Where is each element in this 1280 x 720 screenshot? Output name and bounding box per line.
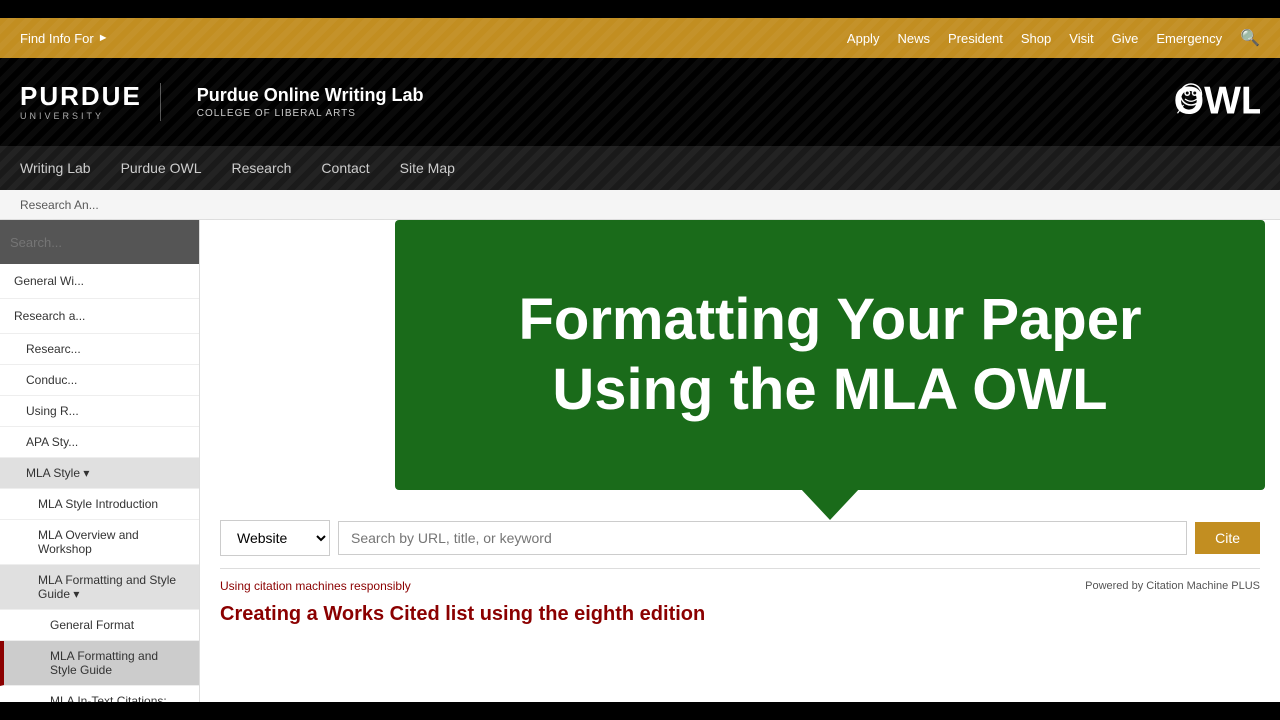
nav-writing-lab[interactable]: Writing Lab [20, 150, 91, 186]
sidebar-general-writing[interactable]: General Wi... [0, 264, 199, 299]
sidebar-search[interactable] [0, 220, 199, 264]
sidebar-general-format[interactable]: General Format [0, 610, 199, 641]
top-bar-links: Apply News President Shop Visit Give Eme… [847, 28, 1260, 48]
news-link[interactable]: News [897, 31, 930, 46]
powered-by-label: Powered by Citation Machine PLUS [1085, 580, 1260, 592]
apply-link[interactable]: Apply [847, 31, 880, 46]
sidebar-mla-formatting-guide-label: MLA Formatting and Style Guide [50, 649, 158, 677]
breadcrumb-bar: Research An... [0, 190, 1280, 220]
owl-title: Purdue Online Writing Lab COLLEGE OF LIB… [197, 85, 424, 119]
top-bar: Find Info For ► Apply News President Sho… [0, 18, 1280, 58]
sidebar-mla-overview-label: MLA Overview and Workshop [38, 528, 139, 556]
owl-title-sub: COLLEGE OF LIBERAL ARTS [197, 108, 424, 119]
works-cited-title: Creating a Works Cited list using the ei… [220, 603, 1260, 626]
nav-contact[interactable]: Contact [321, 150, 369, 186]
president-link[interactable]: President [948, 31, 1003, 46]
citation-machine-label: Citation Machine PLUS [1146, 580, 1260, 592]
breadcrumb: Research An... [20, 198, 99, 212]
nav-bar: Writing Lab Purdue OWL Research Contact … [0, 146, 1280, 190]
nav-site-map[interactable]: Site Map [400, 150, 455, 186]
content-area: General Wi... Research a... Researc... C… [0, 220, 1280, 702]
purdue-logo: PURDUE UNIVERSITY [20, 83, 161, 121]
shop-link[interactable]: Shop [1021, 31, 1051, 46]
sidebar-general-writing-label: General Wi... [14, 274, 84, 288]
citation-area: Website Cite Using citation machines res… [200, 500, 1280, 646]
header: PURDUE UNIVERSITY Purdue Online Writing … [0, 58, 1280, 146]
search-icon[interactable]: 🔍 [1240, 28, 1260, 48]
sidebar-mla-style-label: MLA Style ▾ [26, 466, 89, 480]
sidebar-search-input[interactable] [10, 235, 189, 250]
sidebar-mla-formatting-guide[interactable]: MLA Formatting and Style Guide [0, 641, 199, 686]
sidebar-researching-label: Researc... [26, 342, 81, 356]
visit-link[interactable]: Visit [1069, 31, 1093, 46]
citation-type-select[interactable]: Website [220, 520, 330, 556]
sidebar-research[interactable]: Research a... [0, 299, 199, 334]
sidebar: General Wi... Research a... Researc... C… [0, 220, 200, 702]
sidebar-mla-overview[interactable]: MLA Overview and Workshop [0, 520, 199, 565]
sidebar-mla-style[interactable]: MLA Style ▾ [0, 458, 199, 489]
nav-research[interactable]: Research [232, 150, 292, 186]
cite-button[interactable]: Cite [1195, 522, 1260, 554]
nav-purdue-owl[interactable]: Purdue OWL [121, 150, 202, 186]
sidebar-mla-intro-label: MLA Style Introduction [38, 497, 158, 511]
emergency-link[interactable]: Emergency [1156, 31, 1222, 46]
citation-search-input[interactable] [338, 521, 1187, 555]
citation-responsibility-link[interactable]: Using citation machines responsibly [220, 579, 411, 593]
sidebar-conducting[interactable]: Conduc... [0, 365, 199, 396]
sidebar-general-format-label: General Format [50, 618, 134, 632]
sidebar-using-r[interactable]: Using R... [0, 396, 199, 427]
sidebar-mla-intext[interactable]: MLA In-Text Citations: The Basics [0, 686, 199, 702]
letterbox-top [0, 0, 1280, 18]
purdue-university-label: UNIVERSITY [20, 111, 104, 121]
main-content: Formatting Your Paper Using the MLA OWL … [200, 220, 1280, 702]
purdue-text: PURDUE [20, 83, 142, 109]
give-link[interactable]: Give [1112, 31, 1139, 46]
letterbox-bottom [0, 702, 1280, 720]
find-info-arrow-icon: ► [98, 32, 109, 44]
overlay-line1: Formatting Your Paper [518, 287, 1141, 352]
find-info-label: Find Info For [20, 31, 94, 46]
sidebar-apa-style-label: APA Sty... [26, 435, 78, 449]
overlay-line2: Using the MLA OWL [552, 357, 1107, 422]
green-overlay: Formatting Your Paper Using the MLA OWL [395, 220, 1265, 490]
citation-footer: Using citation machines responsibly Powe… [220, 568, 1260, 593]
owl-logo: OWL [1170, 67, 1260, 137]
sidebar-research-label: Research a... [14, 309, 85, 323]
sidebar-apa-style[interactable]: APA Sty... [0, 427, 199, 458]
sidebar-researching[interactable]: Researc... [0, 334, 199, 365]
sidebar-mla-formatting-dropdown[interactable]: MLA Formatting and Style Guide ▾ [0, 565, 199, 610]
header-left: PURDUE UNIVERSITY Purdue Online Writing … [20, 83, 423, 121]
owl-title-main: Purdue Online Writing Lab [197, 85, 424, 106]
sidebar-conducting-label: Conduc... [26, 373, 77, 387]
sidebar-mla-intext-label: MLA In-Text Citations: The Basics [50, 694, 167, 702]
sidebar-using-r-label: Using R... [26, 404, 79, 418]
main-wrapper: Find Info For ► Apply News President Sho… [0, 18, 1280, 702]
overlay-text: Formatting Your Paper Using the MLA OWL [498, 265, 1161, 444]
sidebar-mla-formatting-dropdown-label: MLA Formatting and Style Guide ▾ [38, 573, 176, 601]
citation-tool: Website Cite [220, 520, 1260, 556]
find-info-section[interactable]: Find Info For ► [20, 31, 109, 46]
sidebar-mla-intro[interactable]: MLA Style Introduction [0, 489, 199, 520]
